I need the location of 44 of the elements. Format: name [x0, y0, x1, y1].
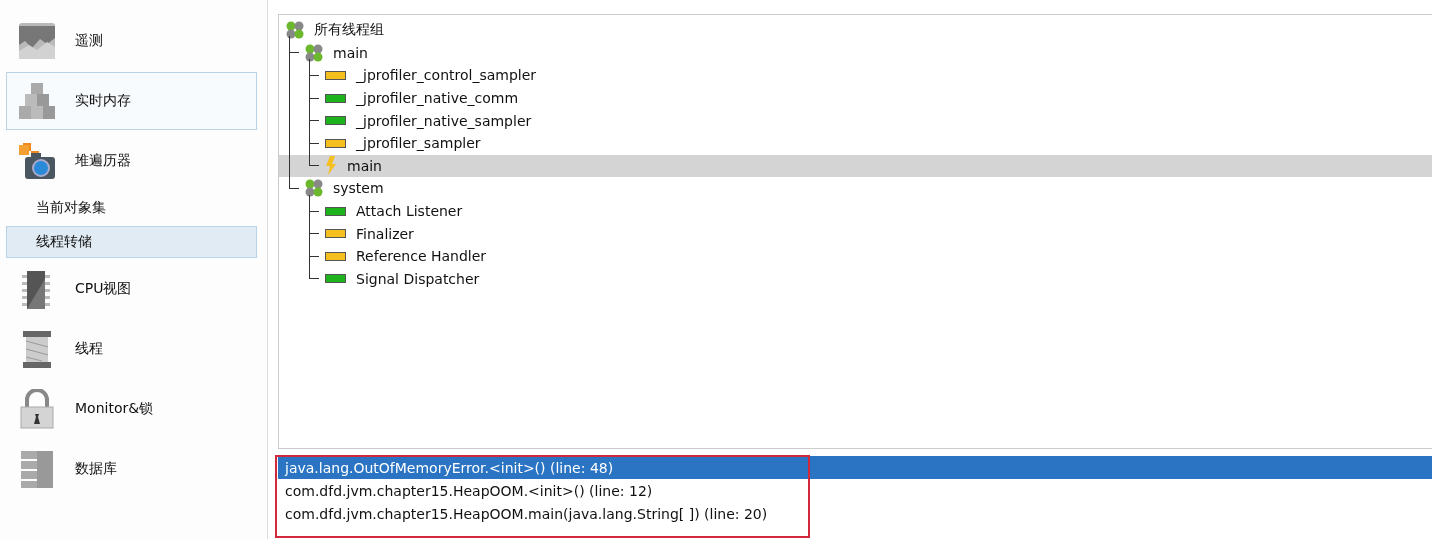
tree-row[interactable]: Reference Handler: [279, 244, 1432, 268]
tree-label: Reference Handler: [356, 248, 487, 265]
tree-label: _jprofiler_control_sampler: [356, 67, 537, 84]
tree-label: Finalizer: [356, 225, 414, 242]
clover-icon: [305, 43, 323, 62]
tree-row[interactable]: _jprofiler_native_comm: [279, 86, 1432, 110]
tree-row[interactable]: main: [279, 154, 1432, 178]
sidebar-item[interactable]: 线程: [6, 320, 257, 378]
padlock-icon: [17, 389, 57, 429]
sidebar-item[interactable]: CPU视图: [6, 260, 257, 318]
tree-row[interactable]: _jprofiler_native_sampler: [279, 109, 1432, 132]
clover-icon: [305, 179, 323, 198]
tree-row[interactable]: _jprofiler_sampler: [279, 131, 1432, 155]
tree-row[interactable]: system: [279, 177, 1432, 200]
lightning-icon: [325, 156, 337, 176]
camera-icon: [17, 141, 57, 181]
tree-row[interactable]: main: [279, 41, 1432, 65]
tree-label: 所有线程组: [314, 21, 384, 40]
sidebar-item[interactable]: 遥测: [6, 12, 257, 70]
tree-row[interactable]: _jprofiler_control_sampler: [279, 64, 1432, 87]
stack-frame-row[interactable]: com.dfd.jvm.chapter15.HeapOOM.<init>() (line: 12): [278, 479, 1432, 502]
stack-frame-row[interactable]: java.lang.OutOfMemoryError.<init>() (line: 48): [278, 456, 1432, 479]
clover-icon: [286, 21, 304, 40]
tree-label: main: [347, 157, 382, 174]
tree-label: system: [333, 180, 384, 197]
sidebar-item[interactable]: 数据库: [6, 440, 257, 498]
tree-row[interactable]: Signal Dispatcher: [279, 267, 1432, 291]
sidebar-subitem[interactable]: 线程转储: [6, 226, 257, 258]
tree-row[interactable]: Attach Listener: [279, 199, 1432, 223]
cubes-icon: [17, 81, 57, 121]
sidebar-item[interactable]: Monitor&锁: [6, 380, 257, 438]
stack-frame-row[interactable]: com.dfd.jvm.chapter15.HeapOOM.main(java.lang.String[ ]) (line: 20): [278, 502, 1432, 525]
sidebar-item[interactable]: 堆遍历器: [6, 132, 257, 190]
tree-label: main: [333, 44, 368, 61]
terrain-icon: [17, 21, 57, 61]
sidebar-item[interactable]: 实时内存: [6, 72, 257, 130]
tree-label: Signal Dispatcher: [356, 270, 480, 287]
tree-label: _jprofiler_native_sampler: [356, 112, 532, 129]
tree-row[interactable]: Finalizer: [279, 222, 1432, 245]
tree-label: Attach Listener: [356, 203, 463, 220]
sidebar-subitem[interactable]: 当前对象集: [6, 192, 257, 224]
tree-label: _jprofiler_native_comm: [356, 90, 519, 107]
tree-row[interactable]: 所有线程组: [279, 19, 1432, 42]
tree-label: _jprofiler_sampler: [356, 135, 481, 152]
